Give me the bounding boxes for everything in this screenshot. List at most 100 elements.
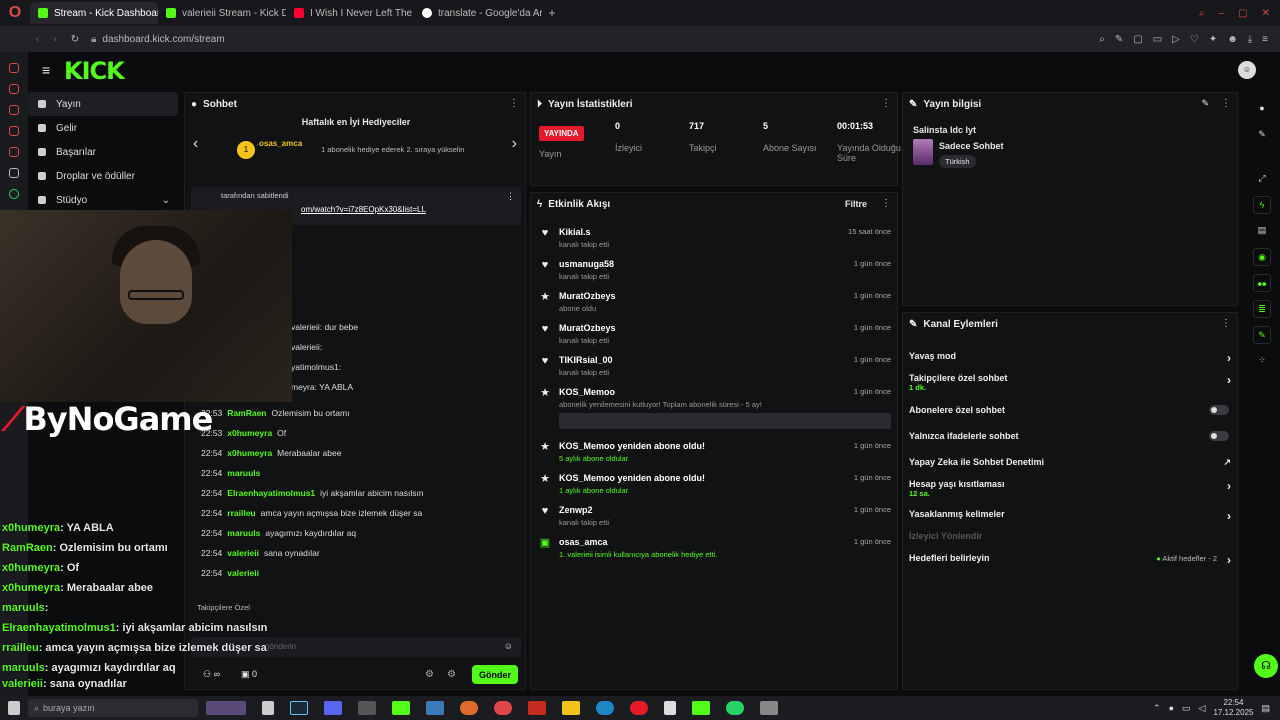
start-icon[interactable]	[8, 701, 20, 715]
expand-icon[interactable]: ⤢	[1253, 170, 1271, 188]
nav-item-gelir[interactable]: Gelir	[28, 116, 178, 140]
chevron-right-icon[interactable]: ›	[512, 135, 517, 153]
chat-bubble-icon[interactable]: ◉	[1253, 248, 1271, 266]
browser-tab[interactable]: valerieii Stream - Kick D	[158, 2, 286, 24]
mic-icon[interactable]: ●	[1169, 703, 1174, 713]
clock-icon[interactable]	[9, 147, 19, 157]
help-button[interactable]: ☊	[1254, 654, 1278, 678]
forward-icon[interactable]: ›	[53, 34, 56, 45]
info-menu-icon[interactable]: ⋮	[1221, 98, 1231, 109]
widget-icon[interactable]	[206, 701, 246, 715]
chat-row[interactable]: 22:54 maruuls	[185, 463, 527, 483]
filter-button[interactable]: Filtre	[845, 199, 867, 209]
kick-logo[interactable]: KICK	[64, 57, 125, 85]
app-icon[interactable]	[358, 701, 376, 715]
send-button[interactable]: Gönder	[472, 665, 518, 684]
chevron-left-icon[interactable]: ‹	[193, 135, 198, 153]
extensions-icon[interactable]: ✦	[1209, 34, 1217, 45]
wrench-icon[interactable]: ✎	[1253, 326, 1271, 344]
chat-row[interactable]: 22:54 Elraenhayatimolmus1 iyi akşamlar abi…	[185, 483, 527, 503]
chat-row[interactable]: 22:53 x0humeyra Of	[185, 423, 527, 443]
nav-item-basarilar[interactable]: Başarılar	[28, 140, 178, 164]
user-avatar[interactable]: ☺	[1238, 61, 1256, 79]
info-icon[interactable]: ●	[1253, 100, 1271, 118]
menu-icon[interactable]: ≡	[1262, 34, 1268, 45]
action-slow-mode[interactable]: Yavaş mod ›	[909, 351, 1235, 365]
snapshot-icon[interactable]: ▢	[1133, 34, 1142, 45]
activity-menu-icon[interactable]: ⋮	[881, 198, 891, 209]
action-banned-words[interactable]: Yasaklanmış kelimeler ›	[909, 509, 1235, 523]
browser-tab[interactable]: Stream - Kick Dashboard	[30, 2, 158, 24]
back-icon[interactable]: ‹	[36, 34, 39, 45]
search-tabs-icon[interactable]: ⌕	[1199, 8, 1205, 19]
chat-row[interactable]: 22:54 x0humeyra Merabaalar abee	[185, 443, 527, 463]
moderator-icon[interactable]: ⚙	[447, 669, 456, 680]
edit-icon[interactable]: ✎	[1201, 98, 1209, 109]
volume-icon[interactable]: ◁	[1199, 703, 1206, 714]
emoji-icon[interactable]: ☺	[504, 641, 513, 651]
network-icon[interactable]: ▭	[1182, 703, 1191, 714]
close-window-button[interactable]: ✕	[1262, 8, 1270, 19]
action-account-age[interactable]: Hesap yaşı kısıtlaması 12 sa. ›	[909, 479, 1235, 498]
app-icon[interactable]	[460, 701, 478, 715]
app-icon[interactable]	[760, 701, 778, 715]
subscribers-only-toggle[interactable]	[1209, 405, 1229, 415]
browser-tab[interactable]: translate - Google'da Ara	[414, 2, 542, 24]
opera-logo-icon[interactable]: O	[0, 4, 30, 22]
cast-icon[interactable]: ▭	[1153, 34, 1162, 45]
app-icon[interactable]	[692, 701, 710, 715]
whatsapp-icon[interactable]	[9, 189, 19, 199]
obs-icon[interactable]	[494, 701, 512, 715]
tray-chevron-icon[interactable]: ⌃	[1153, 703, 1161, 714]
bookmark-icon[interactable]	[9, 126, 19, 136]
nav-item-studyo[interactable]: Stüdyo ⌄	[28, 188, 178, 212]
pencil-icon[interactable]: ✎	[1253, 126, 1271, 144]
clock[interactable]: 22:54 17.12.2025	[1213, 698, 1253, 718]
apps-icon[interactable]: ⁘	[1253, 352, 1271, 370]
reload-icon[interactable]: ↻	[71, 34, 79, 45]
chat-menu-icon[interactable]: ⋮	[509, 98, 519, 109]
stats-menu-icon[interactable]: ⋮	[881, 98, 891, 109]
discord-icon[interactable]	[324, 701, 342, 715]
hamburger-menu-icon[interactable]: ≡	[42, 62, 50, 78]
pinned-menu-icon[interactable]: ⋮	[506, 191, 515, 202]
history-icon[interactable]	[9, 105, 19, 115]
url-field[interactable]: dashboard.kick.com/stream	[102, 34, 224, 45]
zoom-icon[interactable]: ⌕	[1099, 34, 1105, 45]
file-explorer-icon[interactable]	[562, 701, 580, 715]
whatsapp-icon[interactable]	[726, 701, 744, 715]
flow-icon[interactable]	[9, 168, 19, 178]
steam-icon[interactable]	[290, 701, 308, 715]
emotes-only-toggle[interactable]	[1209, 431, 1229, 441]
action-emotes-only[interactable]: Yalnızca ifadelerle sohbet	[909, 431, 1235, 441]
opera-icon[interactable]	[630, 701, 648, 715]
mod-icon[interactable]: ⦁⦁	[1253, 274, 1271, 292]
messenger-icon[interactable]	[9, 63, 19, 73]
category-name[interactable]: Sadece Sohbet	[939, 141, 1004, 151]
document-icon[interactable]: ▤	[1253, 222, 1271, 240]
action-goals[interactable]: Hedefleri belirleyin ● Aktif hedefler - 2…	[909, 553, 1235, 567]
app-icon[interactable]	[528, 701, 546, 715]
edge-icon[interactable]	[596, 701, 614, 715]
aria-icon[interactable]	[9, 84, 19, 94]
list-icon[interactable]: ≣	[1253, 300, 1271, 318]
browser-tab[interactable]: I Wish I Never Left The F	[286, 2, 414, 24]
notification-icon[interactable]: ▤	[1261, 703, 1270, 714]
action-subscribers-only[interactable]: Abonelere özel sohbet	[909, 405, 1235, 415]
settings-icon[interactable]: ⚙	[425, 669, 434, 680]
app-icon[interactable]	[426, 701, 444, 715]
pinned-link[interactable]: om/watch?v=i7z8EOpKx30&list=LL	[301, 205, 426, 214]
download-icon[interactable]: ⤓	[1248, 34, 1252, 45]
maximize-button[interactable]: ▢	[1238, 8, 1247, 19]
chat-row[interactable]: 22:53 RamRaen Ozlemisim bu ortamı	[185, 403, 527, 423]
kick-app-icon[interactable]	[392, 701, 410, 715]
heart-icon[interactable]: ♡	[1190, 34, 1199, 45]
pin-icon[interactable]: ✎	[1115, 34, 1123, 45]
taskbar-search[interactable]: ⌕ buraya yazın	[28, 699, 198, 717]
app-icon[interactable]	[664, 701, 676, 715]
nav-item-droplar[interactable]: Droplar ve ödüller	[28, 164, 178, 188]
bolt-icon[interactable]: ϟ	[1253, 196, 1271, 214]
action-followers-only[interactable]: Takipçilere özel sohbet 1 dk. ›	[909, 373, 1235, 392]
task-view-icon[interactable]	[262, 701, 274, 715]
actions-menu-icon[interactable]: ⋮	[1221, 318, 1231, 329]
